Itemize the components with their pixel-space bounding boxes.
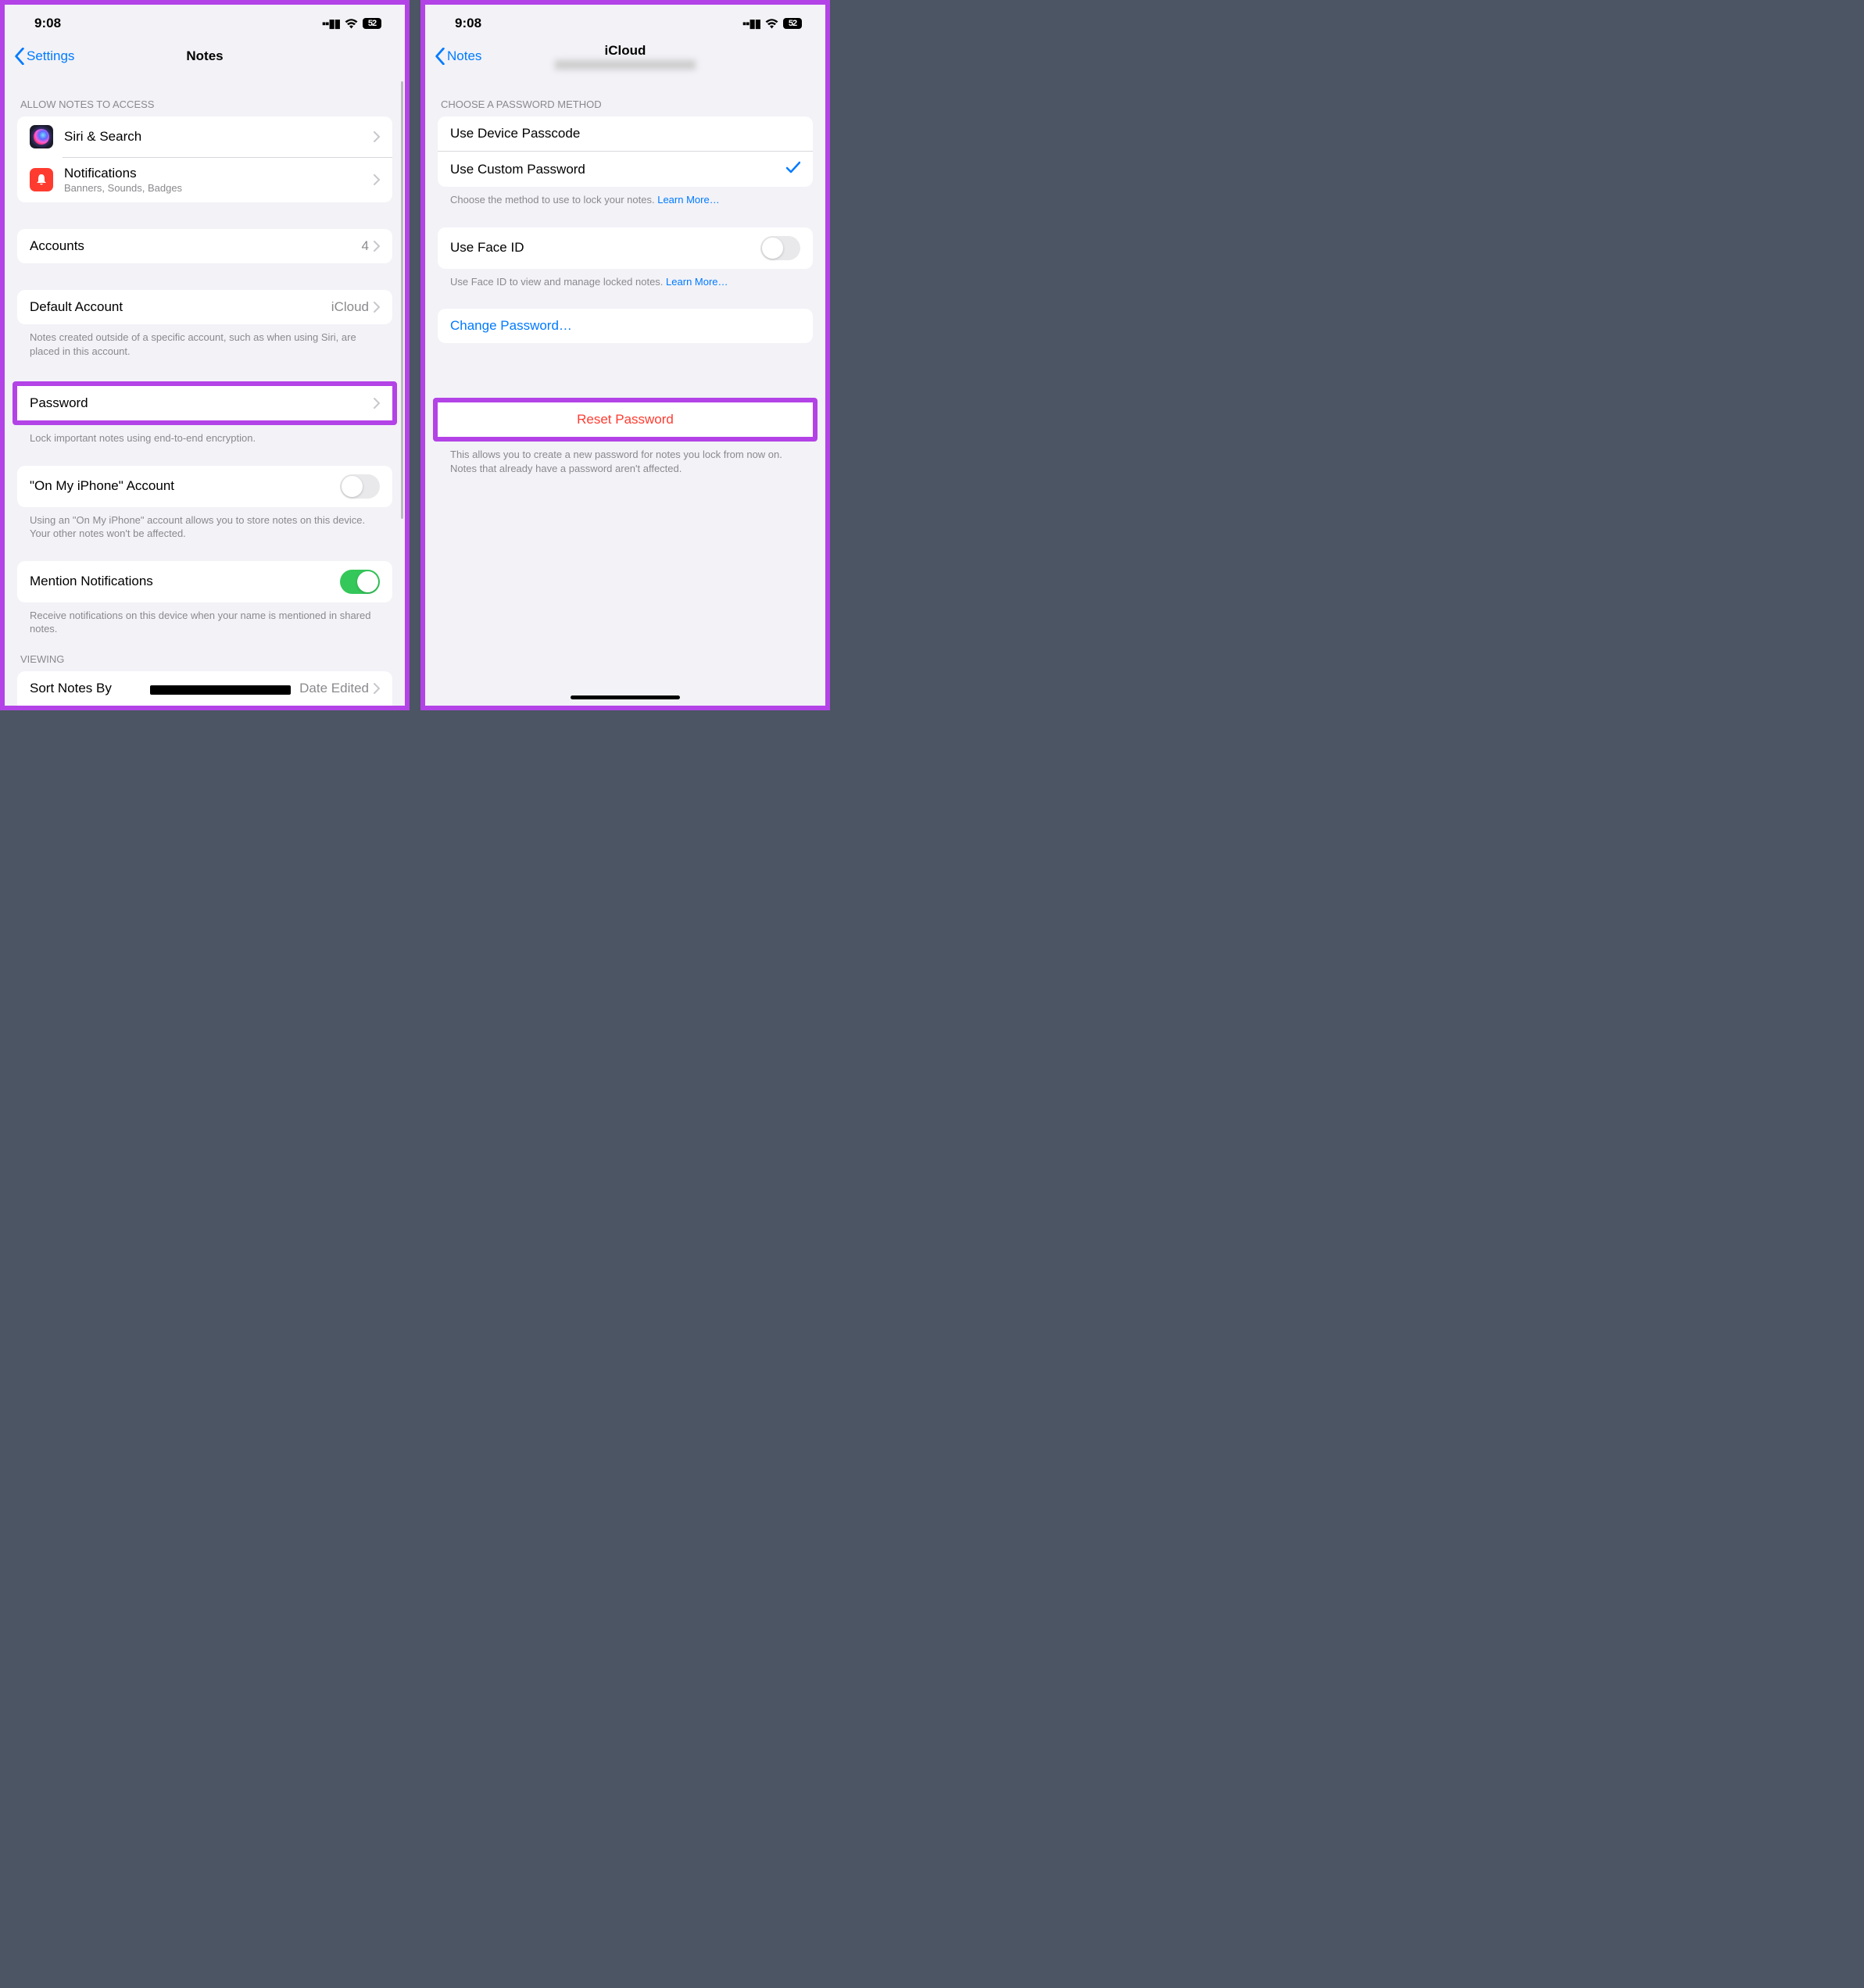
highlight-reset: Reset Password (433, 398, 818, 442)
row-value: Date Edited (299, 681, 369, 696)
row-label: Change Password… (450, 318, 572, 334)
row-label: Use Device Passcode (450, 126, 800, 141)
row-accounts[interactable]: Accounts 4 (17, 229, 392, 263)
back-button[interactable]: Notes (435, 48, 481, 65)
left-screenshot: 9:08 ▪▪▮▮ 52 Settings Notes ALLOW NOTES … (0, 0, 410, 710)
group-on-my-iphone: "On My iPhone" Account (17, 466, 392, 507)
signal-icon: ▪▪▮▮ (742, 16, 760, 30)
highlight-password: Password (13, 381, 397, 425)
row-device-passcode[interactable]: Use Device Passcode (438, 116, 813, 151)
battery-icon: 52 (363, 18, 381, 29)
back-label: Notes (447, 48, 481, 64)
redaction-bar (150, 685, 291, 695)
scroll-content[interactable]: CHOOSE A PASSWORD METHOD Use Device Pass… (425, 75, 825, 706)
chevron-right-icon (374, 174, 380, 185)
row-sublabel: Banners, Sounds, Badges (64, 182, 374, 194)
footer-on-my-iphone: Using an "On My iPhone" account allows y… (5, 507, 405, 541)
notifications-icon (30, 168, 53, 191)
group-default-account: Default Account iCloud (17, 290, 392, 324)
status-icons: ▪▪▮▮ 52 (322, 16, 381, 30)
row-default-account[interactable]: Default Account iCloud (17, 290, 392, 324)
siri-icon (30, 125, 53, 148)
footer-password: Lock important notes using end-to-end en… (5, 425, 405, 445)
chevron-right-icon (374, 131, 380, 142)
nav-bar: Notes iCloud (425, 38, 825, 75)
clock: 9:08 (34, 16, 61, 31)
row-on-my-iphone[interactable]: "On My iPhone" Account (17, 466, 392, 507)
footer-default-account: Notes created outside of a specific acco… (5, 324, 405, 358)
toggle-faceid[interactable] (760, 236, 800, 260)
row-label: Use Face ID (450, 240, 760, 256)
row-sort[interactable]: Sort Notes By Date Edited (17, 671, 392, 706)
page-title: iCloud (555, 43, 696, 70)
row-notifications[interactable]: Notifications Banners, Sounds, Badges (17, 157, 392, 202)
group-sort: Sort Notes By Date Edited (17, 671, 392, 706)
back-button[interactable]: Settings (14, 48, 74, 65)
group-mention: Mention Notifications (17, 561, 392, 602)
group-faceid: Use Face ID (438, 227, 813, 269)
row-value: 4 (362, 238, 369, 254)
row-label: Notifications (64, 166, 374, 181)
battery-icon: 52 (783, 18, 802, 29)
footer-mention: Receive notifications on this device whe… (5, 602, 405, 636)
footer-faceid: Use Face ID to view and manage locked no… (425, 269, 825, 289)
row-change-password[interactable]: Change Password… (438, 309, 813, 343)
wifi-icon (345, 19, 358, 29)
group-accounts: Accounts 4 (17, 229, 392, 263)
row-label: Accounts (30, 238, 362, 254)
chevron-right-icon (374, 241, 380, 252)
row-reset-password[interactable]: Reset Password (438, 402, 813, 437)
row-label: Default Account (30, 299, 331, 315)
nav-bar: Settings Notes (5, 38, 405, 75)
row-faceid[interactable]: Use Face ID (438, 227, 813, 269)
group-password-method: Use Device Passcode Use Custom Password (438, 116, 813, 187)
signal-icon: ▪▪▮▮ (322, 16, 340, 30)
chevron-left-icon (435, 48, 445, 65)
title-text: iCloud (555, 43, 696, 59)
home-indicator[interactable] (571, 695, 680, 699)
group-allow: Siri & Search Notifications Banners, Sou… (17, 116, 392, 202)
status-bar: 9:08 ▪▪▮▮ 52 (5, 5, 405, 38)
footer-text: Choose the method to use to lock your no… (450, 194, 657, 206)
section-header-allow: ALLOW NOTES TO ACCESS (5, 75, 405, 116)
scrollbar[interactable] (401, 81, 403, 519)
row-siri[interactable]: Siri & Search (17, 116, 392, 157)
row-label: Reset Password (450, 412, 800, 427)
back-label: Settings (27, 48, 74, 64)
toggle-on-my-iphone[interactable] (340, 474, 380, 499)
footer-text: Use Face ID to view and manage locked no… (450, 276, 666, 288)
row-label: Password (30, 395, 374, 411)
group-change-password: Change Password… (438, 309, 813, 343)
right-screenshot: 9:08 ▪▪▮▮ 52 Notes iCloud CHOOSE A PASSW… (420, 0, 830, 710)
page-title: Notes (186, 48, 223, 64)
chevron-right-icon (374, 302, 380, 313)
row-password[interactable]: Password (17, 386, 392, 420)
row-label: Use Custom Password (450, 162, 786, 177)
section-header-viewing: VIEWING (5, 636, 405, 671)
title-subtitle-redacted (555, 60, 696, 70)
section-header-choose: CHOOSE A PASSWORD METHOD (425, 75, 825, 116)
learn-more-link[interactable]: Learn More… (657, 194, 719, 206)
checkmark-icon (786, 160, 800, 178)
chevron-right-icon (374, 683, 380, 694)
row-mention[interactable]: Mention Notifications (17, 561, 392, 602)
row-label: "On My iPhone" Account (30, 478, 340, 494)
footer-method: Choose the method to use to lock your no… (425, 187, 825, 207)
row-value: iCloud (331, 299, 369, 315)
learn-more-link[interactable]: Learn More… (666, 276, 728, 288)
footer-reset: This allows you to create a new password… (425, 442, 825, 475)
status-bar: 9:08 ▪▪▮▮ 52 (425, 5, 825, 38)
chevron-right-icon (374, 398, 380, 409)
row-label: Mention Notifications (30, 574, 340, 589)
clock: 9:08 (455, 16, 481, 31)
chevron-left-icon (14, 48, 25, 65)
wifi-icon (765, 19, 778, 29)
row-custom-password[interactable]: Use Custom Password (438, 151, 813, 187)
scroll-content[interactable]: ALLOW NOTES TO ACCESS Siri & Search Noti… (5, 75, 405, 706)
status-icons: ▪▪▮▮ 52 (742, 16, 802, 30)
row-label: Siri & Search (64, 129, 374, 145)
toggle-mention[interactable] (340, 570, 380, 594)
